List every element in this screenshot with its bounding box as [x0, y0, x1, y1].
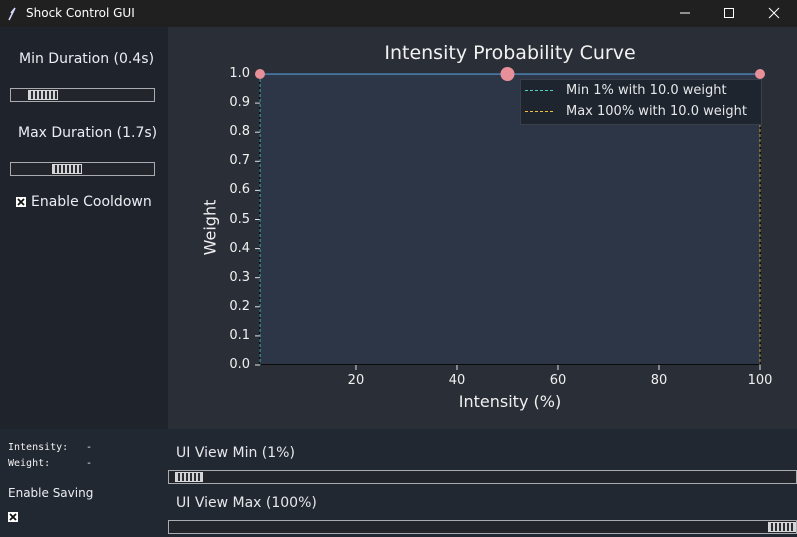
y-tick-label: 0.1: [229, 327, 250, 343]
view-min-slider-thumb[interactable]: [174, 472, 203, 482]
x-tick-label: 100: [747, 373, 773, 388]
view-min-slider[interactable]: [168, 470, 797, 484]
view-max-label: UI View Max (100%): [176, 495, 317, 511]
y-tick-label: 0.2: [229, 298, 250, 314]
y-tick-label: 0.3: [229, 269, 250, 285]
legend-entry-max: Max 100% with 10.0 weight: [525, 104, 747, 119]
legend-swatch-min: [525, 90, 553, 91]
chart-legend: Min 1% with 10.0 weight Max 100% with 10…: [520, 79, 762, 125]
view-max-slider-thumb[interactable]: [768, 522, 796, 532]
x-tick-label: 80: [650, 373, 668, 388]
view-max-slider[interactable]: [168, 520, 797, 534]
legend-swatch-max: [525, 111, 553, 112]
y-axis-label-wrap: Weight: [200, 200, 220, 256]
y-tick-label: 1.0: [229, 66, 250, 81]
x-tick-label: 40: [448, 373, 466, 388]
y-tick-label: 0.5: [229, 211, 250, 227]
y-tick-label: 0.0: [229, 357, 250, 372]
legend-label-min: Min 1% with 10.0 weight: [566, 83, 727, 98]
x-tick-label: 60: [549, 373, 567, 388]
legend-label-max: Max 100% with 10.0 weight: [566, 104, 747, 119]
y-axis-label: Weight: [200, 199, 220, 256]
x-tick-label: 20: [347, 373, 365, 388]
y-tick-label: 0.7: [229, 153, 250, 169]
y-tick-label: 0.4: [229, 240, 250, 256]
y-tick-label: 0.9: [229, 95, 250, 111]
y-tick-label: 0.8: [229, 124, 250, 140]
y-axis-ticks: [255, 73, 260, 366]
legend-entry-min: Min 1% with 10.0 weight: [525, 83, 727, 98]
x-axis-ticks: [355, 365, 761, 370]
view-min-label: UI View Min (1%): [176, 445, 295, 461]
curve-point[interactable]: [255, 69, 265, 79]
curve-point[interactable]: [500, 67, 515, 81]
y-tick-label: 0.6: [229, 182, 250, 198]
x-axis-label: Intensity (%): [458, 392, 562, 411]
curve-point[interactable]: [755, 69, 765, 79]
